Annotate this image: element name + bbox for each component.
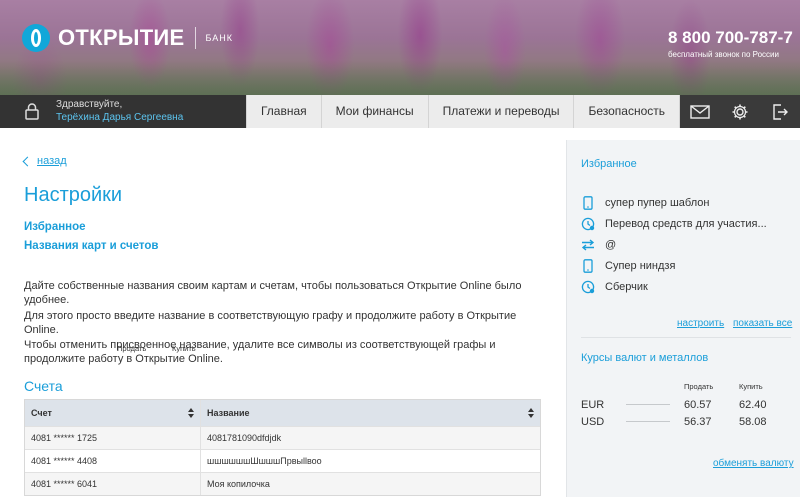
table-row: 4081 ****** 4408 шшшшшшШшшшПрвыllвоо xyxy=(25,449,540,472)
support-phone: 8 800 700-787-7 бесплатный звонок по Рос… xyxy=(668,28,793,59)
logo-divider xyxy=(194,27,196,49)
phone-icon xyxy=(581,258,595,273)
table-row: 4081 ****** 1725 4081781090dfdjdk xyxy=(25,426,540,449)
metals-sell-header: Продать xyxy=(117,344,147,353)
column-header-label: Счет xyxy=(31,408,52,418)
favorites-settings-link[interactable]: Избранное xyxy=(24,221,86,233)
rate-trend-line xyxy=(626,421,670,422)
greeting-text: Здравствуйте, xyxy=(56,99,123,110)
table-row: 4081 ****** 6041 Моя копилочка xyxy=(25,472,540,495)
favorite-label: Супер ниндзя xyxy=(605,259,676,272)
card-names-settings-link[interactable]: Названия карт и счетов xyxy=(24,240,159,252)
chevron-left-icon xyxy=(22,156,33,166)
favorite-item[interactable]: супер пупер шаблон xyxy=(581,192,796,213)
intro-paragraph-3: Чтобы отменить присвоенное название, уда… xyxy=(24,339,496,365)
back-link[interactable]: назад xyxy=(22,155,67,167)
tab-my-finances[interactable]: Мои финансы xyxy=(322,95,429,128)
favorites-list: супер пупер шаблон Перевод средств для у… xyxy=(581,192,796,297)
gear-icon xyxy=(732,104,748,119)
lock-icon xyxy=(25,103,39,120)
favorites-title: Избранное xyxy=(581,158,637,170)
rate-row: USD 56.37 58.08 xyxy=(581,413,791,430)
accounts-table: Счет Название 4081 ****** 1725 408178109… xyxy=(24,399,541,496)
phone-icon xyxy=(581,195,595,210)
transfer-arrows-icon xyxy=(581,238,595,252)
clock-refresh-icon xyxy=(581,217,595,231)
rate-trend-line xyxy=(626,404,670,405)
show-all-favorites-link[interactable]: показать все xyxy=(733,318,792,329)
clock-refresh-icon xyxy=(581,280,595,294)
phone-number: 8 800 700-787-7 xyxy=(668,28,793,47)
rates-buy-header: Купить xyxy=(739,382,763,391)
sidebar-divider xyxy=(581,337,791,338)
exchange-currency-link[interactable]: обменять валюту xyxy=(713,458,794,469)
user-name-link[interactable]: Терёхина Дарья Сергеевна xyxy=(56,112,183,123)
favorite-item[interactable]: Сберчик xyxy=(581,276,796,297)
back-label: назад xyxy=(37,155,67,167)
rate-buy: 58.08 xyxy=(739,415,767,428)
rate-sell: 56.37 xyxy=(684,415,712,428)
metals-buy-header: Купить xyxy=(172,344,196,353)
phone-note: бесплатный звонок по России xyxy=(668,50,779,59)
account-number-cell: 4081 ****** 4408 xyxy=(25,450,201,472)
user-greeting: Здравствуйте, Терёхина Дарья Сергеевна xyxy=(0,95,246,128)
favorite-label: @ xyxy=(605,238,617,251)
nav-tabs: Главная Мои финансы Платежи и переводы Б… xyxy=(245,95,680,128)
favorite-item[interactable]: Перевод средств для участия... xyxy=(581,213,796,234)
intro-paragraph-2: Для этого просто введите название в соот… xyxy=(24,310,517,336)
bank-logo[interactable]: ОТКРЫТИЕ БАНК xyxy=(22,24,233,52)
column-header-account[interactable]: Счет xyxy=(25,400,201,426)
exchange-rates-table: Продать Купить EUR 60.57 62.40 USD 56.37… xyxy=(581,382,791,430)
logo-text: ОТКРЫТИЕ xyxy=(58,25,185,50)
table-header: Счет Название xyxy=(25,400,540,426)
rates-header: Продать Купить xyxy=(581,382,791,396)
rates-title: Курсы валют и металлов xyxy=(581,352,709,364)
accounts-section-title: Счета xyxy=(24,378,63,394)
column-header-name[interactable]: Название xyxy=(201,400,540,426)
rate-row: EUR 60.57 62.40 xyxy=(581,396,791,413)
rate-buy: 62.40 xyxy=(739,398,767,411)
logo-mark-icon xyxy=(22,24,50,52)
tab-security[interactable]: Безопасность xyxy=(574,95,680,128)
rate-currency: EUR xyxy=(581,398,605,411)
page-title: Настройки xyxy=(24,184,123,206)
intro-paragraph-1: Дайте собственные названия своим картам … xyxy=(24,280,522,306)
favorite-label: Сберчик xyxy=(605,280,648,293)
rate-currency: USD xyxy=(581,415,605,428)
tab-payments[interactable]: Платежи и переводы xyxy=(429,95,575,128)
account-number-cell: 4081 ****** 6041 xyxy=(25,473,201,495)
favorite-item[interactable]: @ xyxy=(581,234,796,255)
configure-favorites-link[interactable]: настроить xyxy=(677,318,724,329)
rates-sell-header: Продать xyxy=(684,382,714,391)
favorite-item[interactable]: Супер ниндзя xyxy=(581,255,796,276)
metals-rates-header: Продать Купить xyxy=(117,344,222,353)
nav-icon-group xyxy=(680,95,800,128)
logout-icon xyxy=(773,103,788,120)
main-navbar: Здравствуйте, Терёхина Дарья Сергеевна Г… xyxy=(0,95,800,128)
logout-button[interactable] xyxy=(760,95,800,128)
sort-icon xyxy=(528,408,534,418)
account-name-input[interactable]: 4081781090dfdjdk xyxy=(201,427,540,449)
mail-icon xyxy=(690,104,710,119)
tab-main[interactable]: Главная xyxy=(245,95,322,128)
account-name-input[interactable]: шшшшшшШшшшПрвыllвоо xyxy=(201,450,540,472)
favorite-label: супер пупер шаблон xyxy=(605,196,710,209)
header-banner: ОТКРЫТИЕ БАНК 8 800 700-787-7 бесплатный… xyxy=(0,0,800,95)
rate-sell: 60.57 xyxy=(684,398,712,411)
account-number-cell: 4081 ****** 1725 xyxy=(25,427,201,449)
settings-button[interactable] xyxy=(720,95,760,128)
favorite-label: Перевод средств для участия... xyxy=(605,217,767,230)
sidebar-panel: Избранное супер пупер шаблон Перевод сре… xyxy=(566,140,800,497)
mail-button[interactable] xyxy=(680,95,720,128)
logo-subtext: БАНК xyxy=(205,33,233,43)
sort-icon xyxy=(188,408,194,418)
account-name-input[interactable]: Моя копилочка xyxy=(201,473,540,495)
column-header-label: Название xyxy=(207,408,250,418)
